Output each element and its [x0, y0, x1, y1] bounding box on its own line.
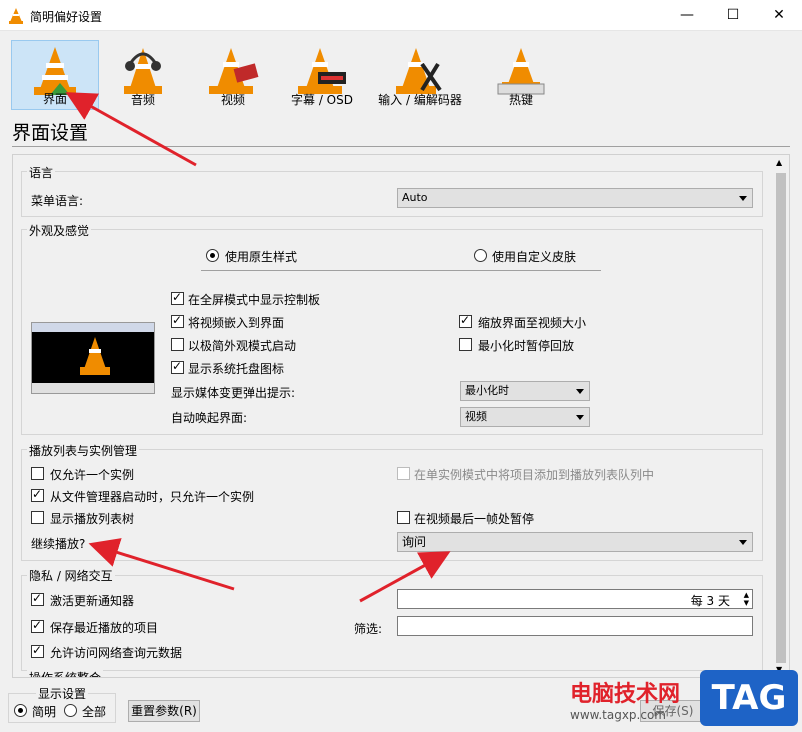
checkbox-fullscreen-controller-label: 在全屏模式中显示控制板: [188, 293, 321, 307]
chevron-down-icon: [739, 540, 747, 545]
radio-custom-skin-label: 使用自定义皮肤: [492, 250, 577, 264]
checkbox-embed-video-label: 将视频嵌入到界面: [188, 316, 285, 330]
checkbox-one-instance-file-label: 从文件管理器启动时，只允许一个实例: [50, 490, 255, 504]
close-button[interactable]: ✕: [756, 0, 802, 31]
category-audio[interactable]: 音频: [103, 40, 183, 110]
checkbox-systray[interactable]: [171, 359, 184, 374]
popup-select[interactable]: 最小化时: [460, 381, 590, 401]
interface-preview-image: [31, 322, 155, 394]
menu-language-value: Auto: [402, 191, 428, 204]
title-bar: 简明偏好设置 — ☐ ✕: [0, 0, 802, 31]
checkbox-save-recent-label: 保存最近播放的项目: [50, 621, 159, 635]
checkbox-one-instance-file[interactable]: [31, 487, 44, 502]
filter-input[interactable]: [397, 616, 753, 636]
checkbox-save-recent[interactable]: [31, 618, 44, 633]
update-days-value: 每 3 天: [690, 594, 730, 608]
watermark-url: www.tagxp.com: [570, 708, 666, 722]
checkbox-minimal-mode-label: 以极简外观模式启动: [188, 339, 297, 353]
scrollbar-thumb[interactable]: [776, 173, 786, 663]
chevron-down-icon: [576, 389, 584, 394]
vertical-scrollbar[interactable]: ▲ ▼: [772, 155, 789, 677]
checkbox-resize-to-video-label: 缩放界面至视频大小: [478, 316, 587, 330]
window-title: 简明偏好设置: [30, 10, 103, 24]
chevron-down-icon: [739, 196, 747, 201]
checkbox-one-instance-label: 仅允许一个实例: [50, 468, 135, 482]
checkbox-show-playlist-tree-label: 显示播放列表树: [50, 512, 135, 526]
checkbox-pause-last-frame[interactable]: [397, 511, 410, 524]
checkbox-pause-minimized[interactable]: [459, 338, 472, 351]
checkbox-one-instance[interactable]: [31, 467, 44, 480]
update-days-spinbox[interactable]: 每 3 天 ▲ ▼: [397, 589, 753, 609]
reset-preferences-button[interactable]: 重置参数(R): [128, 700, 200, 722]
radio-simple[interactable]: [14, 704, 27, 717]
checkbox-update-notifier-label: 激活更新通知器: [50, 594, 135, 608]
radio-native-style[interactable]: [206, 249, 219, 262]
category-subtitles-osd[interactable]: 字幕 / OSD: [282, 40, 362, 110]
checkbox-pause-minimized-label: 最小化时暂停回放: [478, 339, 575, 353]
popup-select-value: 最小化时: [465, 384, 509, 397]
menu-language-label: 菜单语言:: [31, 194, 84, 208]
cone-audio-icon: [124, 48, 162, 94]
chevron-down-icon: [576, 415, 584, 420]
popup-label: 显示媒体变更弹出提示:: [171, 386, 296, 400]
raise-interface-label: 自动唤起界面:: [171, 411, 248, 425]
cone-hotkeys-icon: [497, 48, 545, 95]
raise-interface-select[interactable]: 视频: [460, 407, 590, 427]
minimize-button[interactable]: —: [664, 0, 710, 31]
spin-arrows-icon[interactable]: ▲ ▼: [744, 591, 749, 607]
os-integration-group-label: 操作系统整合: [27, 669, 104, 678]
radio-all[interactable]: [64, 704, 77, 717]
menu-language-select[interactable]: Auto: [397, 188, 753, 208]
checkbox-enqueue-label: 在单实例模式中将项目添加到播放列表队列中: [414, 468, 655, 482]
privacy-group-label: 隐私 / 网络交互: [27, 567, 115, 584]
category-interface[interactable]: 界面: [11, 40, 99, 110]
maximize-button[interactable]: ☐: [710, 0, 756, 31]
style-divider: [201, 270, 601, 271]
checkbox-minimal-mode[interactable]: [171, 338, 184, 351]
category-interface-label: 界面: [42, 92, 67, 106]
vlc-cone-preview-icon: [80, 337, 110, 375]
checkbox-update-notifier[interactable]: [31, 591, 44, 606]
checkbox-embed-video[interactable]: [171, 313, 184, 328]
category-video[interactable]: 视频: [188, 40, 278, 110]
radio-custom-skin[interactable]: [474, 249, 487, 262]
watermark-tag-badge: TAG: [700, 670, 798, 726]
show-settings-label: 显示设置: [36, 685, 89, 702]
cone-subtitles-icon: [298, 48, 346, 94]
category-input-codecs-label: 输入 / 编解码器: [378, 93, 462, 107]
checkbox-metadata-access[interactable]: [31, 643, 44, 658]
scroll-up-icon[interactable]: ▲: [776, 158, 782, 167]
checkbox-show-playlist-tree[interactable]: [31, 511, 44, 524]
category-hotkeys-label: 热键: [508, 93, 533, 107]
cone-input-codecs-icon: [396, 48, 442, 94]
category-audio-label: 音频: [130, 93, 155, 107]
settings-scroll-area[interactable]: 语言 菜单语言: Auto 外观及感觉 使用原生样式 使用自定义皮肤 在全屏模式…: [12, 154, 790, 678]
continue-playback-label: 继续播放?: [31, 537, 86, 551]
playlist-group-label: 播放列表与实例管理: [27, 442, 140, 459]
appearance-group-label: 外观及感觉: [27, 222, 92, 239]
radio-native-style-label: 使用原生样式: [225, 250, 298, 264]
category-input-codecs[interactable]: 输入 / 编解码器: [370, 40, 470, 110]
vlc-app-icon: [9, 8, 23, 24]
category-subtitles-osd-label: 字幕 / OSD: [291, 93, 353, 107]
cone-video-icon: [209, 48, 259, 94]
category-video-label: 视频: [220, 93, 245, 107]
section-divider: [12, 146, 790, 147]
section-title: 界面设置: [12, 122, 89, 144]
watermark-site-name: 电脑技术网: [570, 682, 681, 707]
checkbox-resize-to-video[interactable]: [459, 313, 472, 328]
checkbox-systray-label: 显示系统托盘图标: [188, 362, 285, 376]
radio-simple-label: 简明: [32, 705, 57, 719]
language-group-label: 语言: [27, 164, 56, 181]
checkbox-fullscreen-controller[interactable]: [171, 290, 184, 305]
continue-playback-value: 询问: [402, 535, 427, 549]
checkbox-pause-last-frame-label: 在视频最后一帧处暂停: [414, 512, 535, 526]
filter-label: 筛选:: [354, 622, 383, 636]
raise-interface-value: 视频: [465, 410, 487, 423]
continue-playback-select[interactable]: 询问: [397, 532, 753, 552]
checkbox-enqueue[interactable]: [397, 467, 410, 480]
category-hotkeys[interactable]: 热键: [488, 40, 554, 110]
checkbox-metadata-access-label: 允许访问网络查询元数据: [50, 646, 183, 660]
radio-all-label: 全部: [82, 705, 107, 719]
